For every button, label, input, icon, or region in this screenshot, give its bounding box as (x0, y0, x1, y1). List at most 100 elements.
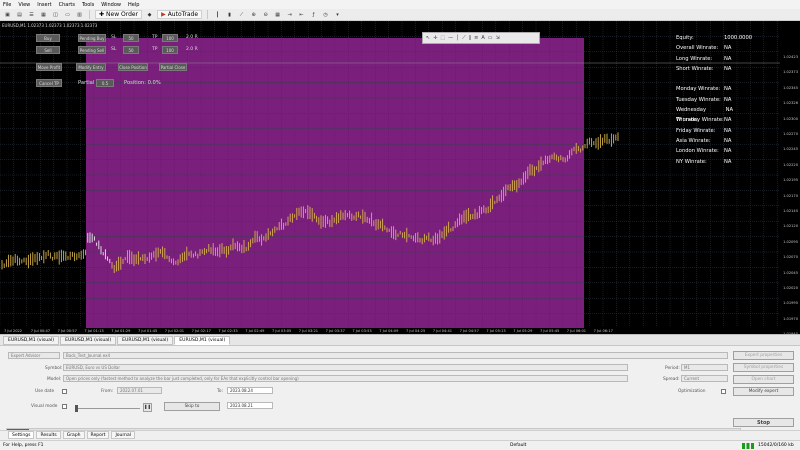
buy-sl-input[interactable]: 50 (123, 34, 139, 42)
time-tick-label: 7 Jul 03:21 (298, 329, 319, 333)
modify-entry-button[interactable]: Modify Entry (76, 63, 106, 71)
menu-item-view[interactable]: View (18, 2, 30, 8)
buy-button[interactable]: Buy (36, 34, 60, 42)
crosshair-icon[interactable]: ✛ (433, 35, 437, 41)
zoom-in-icon[interactable]: ⊕ (249, 10, 258, 19)
visual-speed-slider[interactable] (75, 405, 140, 412)
pause-button[interactable]: ❚❚ (143, 403, 152, 412)
tester-type-select[interactable]: Expert Advisor (8, 352, 60, 359)
optimization-checkbox[interactable] (721, 389, 726, 394)
skip-to-date-input[interactable]: 2023.08.21 (227, 402, 273, 409)
pending-buy-button[interactable]: Pending Buy (78, 34, 106, 42)
cursor-icon[interactable]: ↖ (426, 35, 430, 41)
menu-item-help[interactable]: Help (128, 2, 139, 8)
vertical-line-icon[interactable]: │ (456, 35, 459, 41)
chart-tab[interactable]: EURUSD,M1 (visual) (174, 336, 231, 345)
stop-button[interactable]: Stop (733, 418, 794, 427)
autotrade-button[interactable]: ▶ AutoTrade (157, 10, 203, 19)
period-select[interactable]: M1 (681, 364, 728, 371)
templates-icon[interactable]: ▾ (333, 10, 342, 19)
chart-tab[interactable]: EURUSD,M1 (visual) (60, 336, 117, 345)
visual-mode-checkbox[interactable] (62, 404, 67, 409)
profiles-icon[interactable]: ▤ (15, 10, 24, 19)
expert-properties-button[interactable]: Expert properties (733, 351, 794, 360)
from-date-input[interactable]: 2022.07.01 (117, 387, 162, 394)
time-tick-label: 7 Jul 04:25 (406, 329, 426, 333)
sell-sl-label: SL (111, 47, 117, 52)
menu-item-tools[interactable]: Tools (82, 2, 94, 8)
partial-close-button[interactable]: Partial Close (159, 63, 187, 71)
tile-windows-icon[interactable]: ▦ (273, 10, 282, 19)
tab-results[interactable]: Results (36, 431, 61, 439)
sell-button[interactable]: Sell (36, 46, 60, 54)
to-date-input[interactable]: 2023.08.24 (227, 387, 273, 394)
objects-icon[interactable]: ⬚ (440, 35, 445, 41)
time-tick-label: 7 Jul 01:45 (138, 329, 158, 333)
cancel-tp-button[interactable]: Cancel TP (36, 79, 62, 87)
sell-sl-input[interactable]: 50 (123, 46, 139, 54)
tab-journal[interactable]: Journal (111, 431, 136, 439)
bar-chart-icon[interactable]: ┃ (213, 10, 222, 19)
expert-select[interactable]: Back_Test_Journal.ex4 (63, 352, 728, 359)
time-tick-label: 7 Jul 03:53 (352, 329, 372, 333)
label-icon[interactable]: ▭ (488, 35, 493, 41)
menu-item-insert[interactable]: Insert (37, 2, 51, 8)
partial-input[interactable]: 0.5 (96, 79, 114, 87)
data-window-icon[interactable]: ▦ (39, 10, 48, 19)
price-tick-label: 1.02300 (783, 116, 798, 121)
slider-thumb[interactable] (75, 405, 78, 412)
periods-icon[interactable]: ◷ (321, 10, 330, 19)
stat-label: Equity: (676, 35, 694, 41)
pending-sell-button[interactable]: Pending Sell (78, 46, 106, 54)
chart-tab[interactable]: EURUSD,M1 (visual) (117, 336, 174, 345)
tester-tabs: Settings Results Graph Report Journal (0, 430, 800, 439)
buy-tp-input[interactable]: 100 (162, 34, 178, 42)
time-tick-label: 7 Jul 05:45 (540, 329, 560, 333)
symbol-properties-button[interactable]: Symbol properties (733, 363, 794, 372)
new-order-button[interactable]: ✚ New Order (95, 10, 143, 19)
move-profit-button[interactable]: Move Profit (36, 63, 62, 71)
modify-expert-button[interactable]: Modify expert (733, 387, 794, 396)
time-tick-label: 7 Jul 04:09 (379, 329, 399, 333)
chart-shift-icon[interactable]: ⇤ (297, 10, 306, 19)
horizontal-line-icon[interactable]: — (448, 35, 453, 41)
strategy-tester-icon[interactable]: ▥ (75, 10, 84, 19)
stat-value: NA (724, 55, 732, 62)
price-tick-label: 1.02145 (783, 209, 798, 213)
market-watch-icon[interactable]: ☰ (27, 10, 36, 19)
visual-mode-label: Visual mode (31, 404, 58, 409)
arrows-icon[interactable]: ⇲ (496, 35, 500, 41)
price-tick-label: 1.02345 (783, 85, 798, 90)
open-chart-button[interactable]: Open chart (733, 375, 794, 384)
new-chart-icon[interactable]: ▣ (3, 10, 12, 19)
sell-tp-input[interactable]: 100 (162, 46, 178, 54)
menu-item-charts[interactable]: Charts (59, 2, 75, 8)
metaeditor-icon[interactable]: ◆ (145, 10, 154, 19)
trendline-icon[interactable]: ⟋ (462, 35, 466, 41)
channel-icon[interactable]: ∥ (469, 35, 472, 41)
text-icon[interactable]: A (481, 35, 484, 41)
terminal-icon[interactable]: ▭ (63, 10, 72, 19)
tab-report[interactable]: Report (86, 431, 110, 439)
use-date-checkbox[interactable] (62, 389, 67, 394)
indicators-icon[interactable]: ƒ (309, 10, 318, 19)
candlestick-icon[interactable]: ▮ (225, 10, 234, 19)
stat-label: Thursday Winrate: (676, 117, 724, 124)
autoscroll-icon[interactable]: ⇥ (285, 10, 294, 19)
zoom-out-icon[interactable]: ⊖ (261, 10, 270, 19)
fibonacci-icon[interactable]: ≡ (474, 35, 478, 41)
line-chart-icon[interactable]: ⟋ (237, 10, 246, 19)
close-position-button[interactable]: Close Position (118, 63, 148, 71)
spread-select[interactable]: Current (681, 375, 728, 382)
menu-item-window[interactable]: Window (101, 2, 121, 8)
navigator-icon[interactable]: ◫ (51, 10, 60, 19)
symbol-select[interactable]: EURUSD, Euro vs US Dollar (63, 364, 628, 371)
chart-tab[interactable]: EURUSD,M1 (visual) (3, 336, 60, 345)
model-select[interactable]: Open prices only (fastest method to anal… (63, 375, 628, 382)
skip-to-button[interactable]: Skip to (164, 402, 220, 411)
time-tick-label: 7 Jul 06:01 (566, 329, 587, 333)
price-chart[interactable]: EURUSD,M1 1.02373 1.02373 1.02373 1.0237… (0, 21, 800, 334)
tab-graph[interactable]: Graph (62, 431, 85, 439)
tab-settings[interactable]: Settings (8, 431, 35, 439)
menu-item-file[interactable]: File (3, 2, 11, 8)
